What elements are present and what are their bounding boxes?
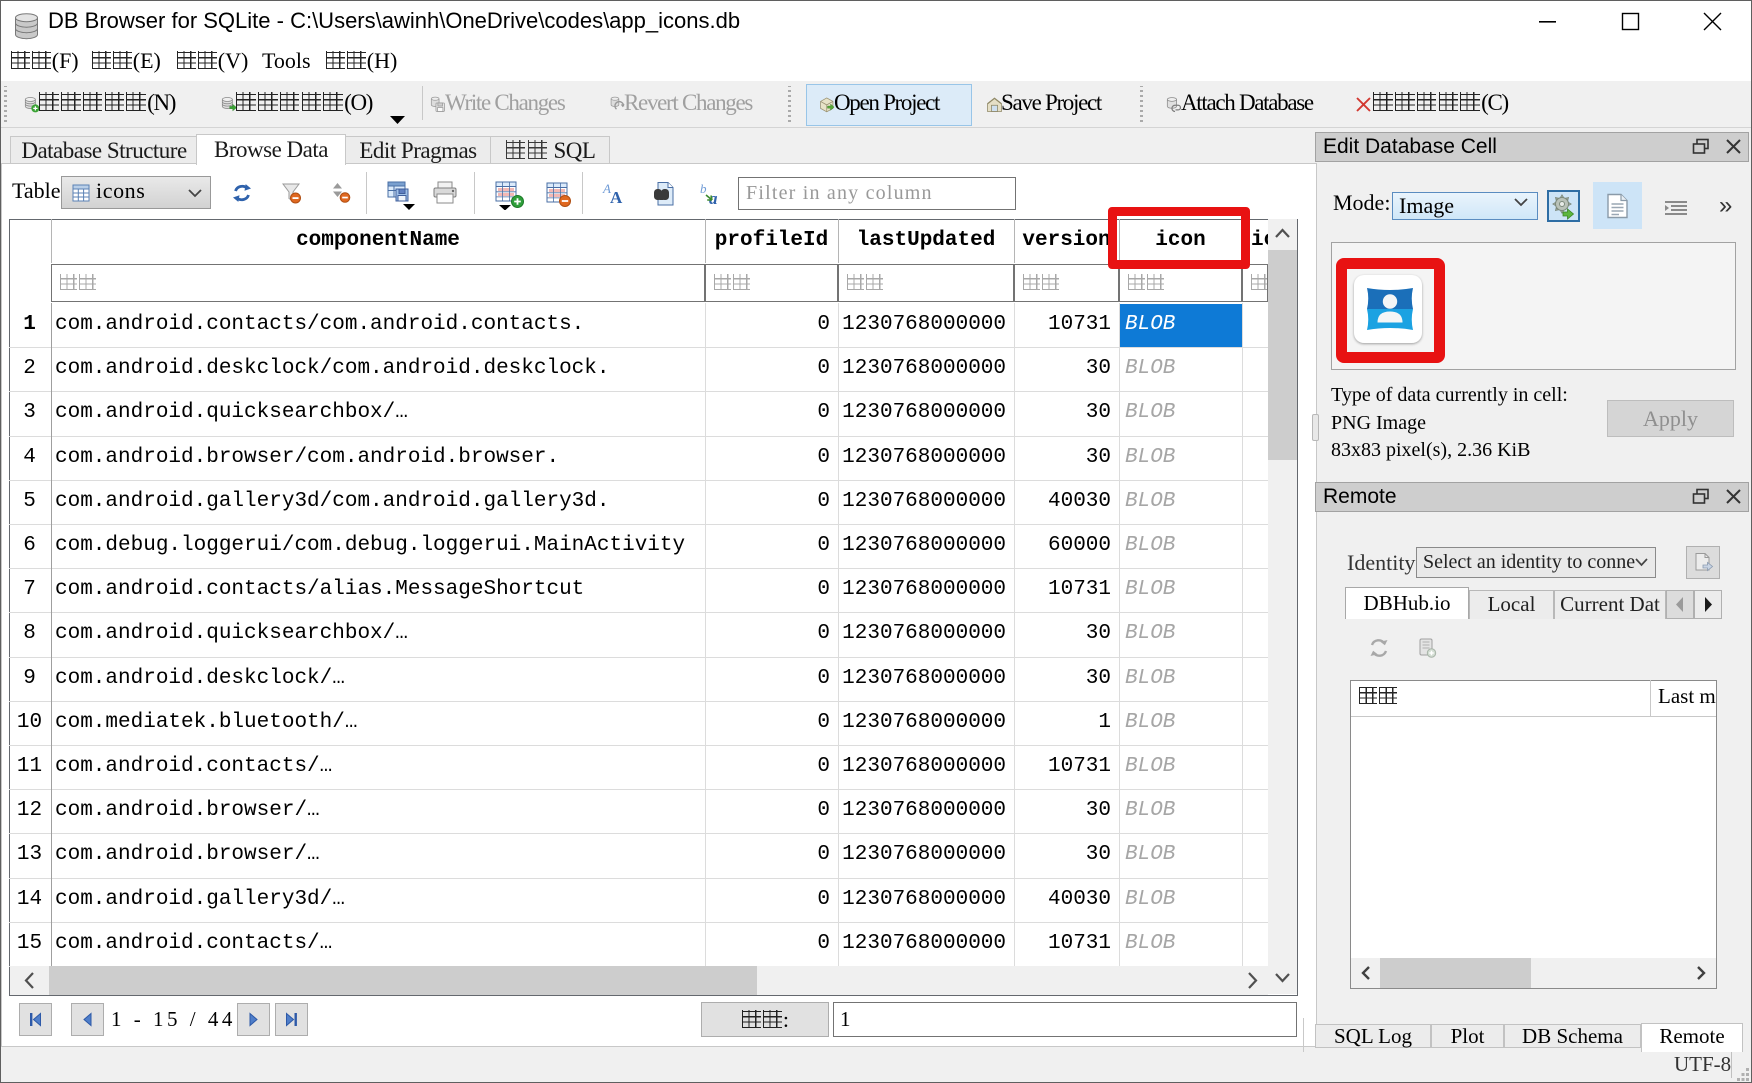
svg-text:A: A [610,188,623,207]
svg-text:b: b [700,181,707,196]
